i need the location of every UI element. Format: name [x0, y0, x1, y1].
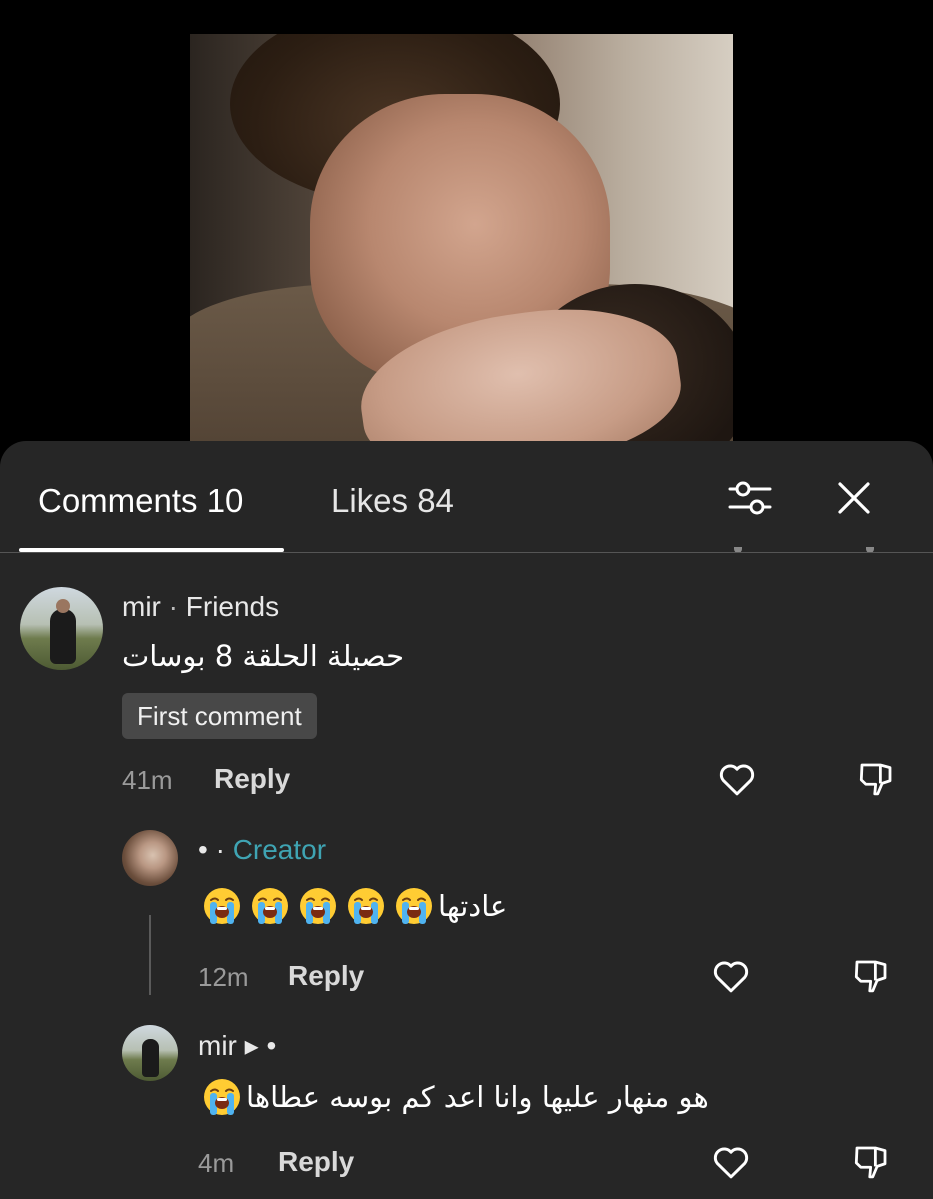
reply-to-indicator: ▸ •	[236, 1030, 277, 1061]
reply-header: • · Creator	[198, 834, 326, 866]
tab-comments[interactable]: Comments 10	[38, 481, 243, 521]
thumbs-down-icon[interactable]	[855, 758, 897, 800]
sheet-tabs: Comments 10 Likes 84	[0, 441, 933, 553]
username[interactable]: mir	[198, 1030, 237, 1061]
comment-time: 41m	[122, 765, 173, 795]
post-photo[interactable]	[190, 34, 733, 442]
reply-text: عادتها	[438, 889, 508, 923]
thumbs-down-icon[interactable]	[850, 1141, 892, 1183]
tabs-divider	[0, 552, 933, 553]
avatar[interactable]	[20, 587, 103, 670]
crying-face-emoji	[252, 888, 288, 924]
friend-tag: Friends	[185, 591, 280, 622]
reply-time: 4m	[198, 1148, 235, 1178]
creator-tag: Creator	[232, 834, 327, 865]
screen: Comments 10 Likes 84 mir · Friends حصيلة…	[0, 0, 933, 1199]
thread-line	[149, 915, 151, 995]
crying-face-emoji	[396, 888, 432, 924]
reply-button[interactable]: Reply	[214, 763, 290, 795]
emoji-group	[198, 1077, 246, 1117]
reply-body: هو منهار عليها وانا اعد كم بوسه عطاها	[198, 1074, 709, 1120]
avatar[interactable]	[122, 1025, 178, 1081]
crying-face-emoji	[204, 1079, 240, 1115]
tab-likes[interactable]: Likes 84	[331, 481, 454, 521]
reply-header: mir ▸ •	[198, 1029, 276, 1062]
first-comment-badge: First comment	[122, 693, 317, 739]
heart-icon[interactable]	[710, 1141, 752, 1183]
close-icon	[838, 482, 870, 514]
reply-time: 12m	[198, 962, 249, 992]
separator: ·	[160, 591, 186, 622]
reply-button[interactable]: Reply	[288, 960, 364, 992]
heart-icon[interactable]	[716, 758, 758, 800]
crying-face-emoji	[300, 888, 336, 924]
comment-text: حصيلة الحلقة 8 بوسات	[122, 639, 405, 673]
filter-button[interactable]	[726, 474, 774, 522]
sliders-icon	[728, 481, 772, 515]
emoji-group	[198, 886, 438, 926]
username[interactable]: mir	[122, 591, 161, 622]
comment-header: mir · Friends	[122, 591, 279, 623]
heart-icon[interactable]	[710, 955, 752, 997]
close-button[interactable]	[830, 474, 878, 522]
reply-body: عادتها	[198, 883, 507, 929]
reply-button[interactable]: Reply	[278, 1146, 354, 1178]
comments-sheet: Comments 10 Likes 84 mir · Friends حصيلة…	[0, 441, 933, 1199]
avatar[interactable]	[122, 830, 178, 886]
thumbs-down-icon[interactable]	[850, 955, 892, 997]
crying-face-emoji	[204, 888, 240, 924]
crying-face-emoji	[348, 888, 384, 924]
username[interactable]: • ·	[198, 834, 225, 865]
reply-text: هو منهار عليها وانا اعد كم بوسه عطاها	[246, 1080, 709, 1114]
